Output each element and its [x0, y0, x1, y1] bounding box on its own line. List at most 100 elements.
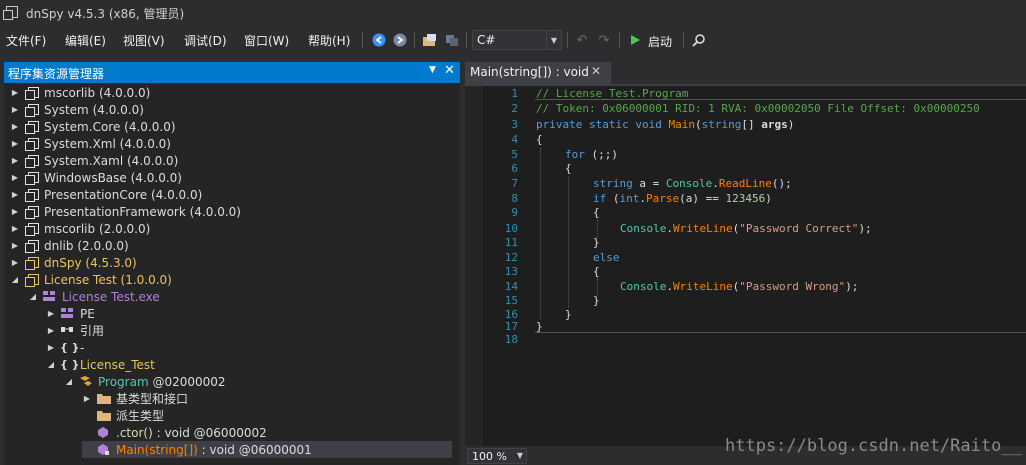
editor-tabs: Main(string[]) : void ✕: [465, 62, 1026, 84]
tree-item[interactable]: ▶ dnSpy (4.5.3.0): [10, 254, 137, 271]
tree-item[interactable]: ▶ System.Xaml (4.0.0.0): [10, 152, 178, 169]
assembly-icon: [24, 273, 40, 287]
tree-item[interactable]: .ctor() : void @06000002: [82, 424, 267, 441]
chevron-down-icon[interactable]: ▼: [546, 31, 561, 49]
expand-icon[interactable]: ▶: [10, 258, 20, 267]
module-icon: [42, 290, 58, 304]
tree-item-selected[interactable]: Main(string[]) : void @06000001: [82, 441, 452, 458]
language-value: C#: [477, 33, 496, 47]
start-button[interactable]: 启动: [648, 33, 672, 50]
assembly-icon: [24, 239, 40, 253]
menu-file[interactable]: 文件(F): [6, 32, 46, 49]
tree-item[interactable]: ▶ PE: [46, 305, 95, 322]
open-file-icon[interactable]: [421, 31, 439, 49]
redo-icon[interactable]: ↷: [595, 31, 613, 49]
assembly-icon: [24, 137, 40, 151]
app-icon: [3, 6, 18, 20]
indent-guide: [568, 177, 570, 308]
menu-edit[interactable]: 编辑(E): [65, 32, 106, 49]
line-number: 4: [511, 133, 518, 146]
tree-item[interactable]: ◢ License Test.exe: [28, 288, 160, 305]
end-line-marker: [535, 332, 1026, 333]
tree-item[interactable]: 派生类型: [82, 407, 164, 424]
play-icon[interactable]: [626, 31, 644, 49]
back-icon[interactable]: [370, 31, 388, 49]
tree-item[interactable]: ▶ 基类型和接口: [82, 390, 188, 407]
collapse-icon[interactable]: ◢: [64, 377, 74, 386]
line-number: 9: [511, 206, 518, 219]
tree-item[interactable]: ▶ System.Xml (4.0.0.0): [10, 135, 171, 152]
expand-icon[interactable]: ▶: [10, 190, 20, 199]
assembly-icon: [24, 103, 40, 117]
tree-item[interactable]: ▶ System (4.0.0.0): [10, 101, 144, 118]
tree-item[interactable]: ▶ System.Core (4.0.0.0): [10, 118, 176, 135]
save-icon[interactable]: [443, 31, 461, 49]
code-line: {: [565, 162, 572, 175]
zoom-select[interactable]: 100 % ▼: [467, 448, 527, 464]
collapse-icon[interactable]: ◢: [46, 360, 56, 369]
tree-item[interactable]: ▶ PresentationFramework (4.0.0.0): [10, 203, 241, 220]
expand-icon[interactable]: ▶: [10, 139, 20, 148]
expand-icon[interactable]: ▶: [10, 105, 20, 114]
tab-main-method[interactable]: Main(string[]) : void ✕: [465, 62, 611, 84]
code-line: }: [565, 308, 572, 321]
title-bar: dnSpy v4.5.3 (x86, 管理员): [0, 0, 1026, 26]
expand-icon[interactable]: ▶: [46, 326, 56, 335]
tree-item[interactable]: ▶ dnlib (2.0.0.0): [10, 237, 129, 254]
tree-item[interactable]: ▶ mscorlib (2.0.0.0): [10, 220, 150, 237]
tree-item[interactable]: ▶ 引用: [46, 322, 104, 339]
collapse-icon[interactable]: ◢: [10, 275, 20, 284]
expand-icon[interactable]: ▶: [10, 241, 20, 250]
tree-item[interactable]: ▶ mscorlib (4.0.0.0): [10, 84, 150, 101]
code-editor[interactable]: [465, 86, 1026, 446]
folder-icon: [96, 392, 112, 406]
tree-item[interactable]: ◢{ } License_Test: [46, 356, 155, 373]
tab-title: Main(string[]) : void: [470, 65, 589, 79]
expand-icon[interactable]: ▶: [10, 173, 20, 182]
line-number: 3: [511, 118, 518, 131]
line-number: 12: [504, 251, 518, 264]
tree-item[interactable]: ◢ License Test (1.0.0.0): [10, 271, 172, 288]
references-icon: [60, 324, 76, 338]
code-line: // License_Test.Program: [536, 87, 689, 100]
undo-icon[interactable]: ↶: [573, 31, 591, 49]
toolbar-separator: [362, 32, 363, 48]
expand-icon[interactable]: ▶: [10, 207, 20, 216]
line-number: 7: [511, 177, 518, 190]
menu-view[interactable]: 视图(V): [123, 32, 165, 49]
menu-window[interactable]: 窗口(W): [244, 32, 289, 49]
class-icon: [78, 375, 94, 389]
collapse-icon[interactable]: ◢: [28, 292, 38, 301]
menu-debug[interactable]: 调试(D): [184, 32, 227, 49]
expand-icon[interactable]: ▶: [10, 224, 20, 233]
tree-item[interactable]: ◢ Program @02000002: [64, 373, 226, 390]
assembly-icon: [24, 256, 40, 270]
search-icon[interactable]: [690, 31, 708, 49]
code-line: for (;;): [565, 148, 618, 161]
expand-icon[interactable]: ▶: [82, 394, 92, 403]
panel-title: 程序集资源管理器: [8, 67, 105, 81]
forward-icon[interactable]: [391, 31, 409, 49]
code-line: else: [593, 251, 620, 264]
expand-icon[interactable]: ▶: [46, 309, 56, 318]
language-select[interactable]: C# ▼: [472, 30, 562, 50]
tree-item[interactable]: ▶{ } -: [46, 339, 84, 356]
dropdown-icon[interactable]: ▼: [429, 65, 436, 75]
assembly-icon: [24, 86, 40, 100]
assembly-explorer-header: 程序集资源管理器 ▼ ✕: [4, 62, 460, 83]
chevron-down-icon[interactable]: ▼: [517, 451, 523, 460]
tree-item[interactable]: ▶ WindowsBase (4.0.0.0): [10, 169, 182, 186]
menu-help[interactable]: 帮助(H): [308, 32, 350, 49]
expand-icon[interactable]: ▶: [46, 343, 56, 352]
expand-icon[interactable]: ▶: [10, 88, 20, 97]
assembly-icon: [24, 154, 40, 168]
toolbar-separator: [683, 32, 684, 48]
close-icon[interactable]: ✕: [591, 64, 601, 78]
toolbar-separator: [466, 32, 467, 48]
tree-item[interactable]: ▶ PresentationCore (4.0.0.0): [10, 186, 202, 203]
expand-icon[interactable]: ▶: [10, 156, 20, 165]
close-icon[interactable]: ✕: [444, 63, 455, 78]
code-line: }: [593, 294, 600, 307]
line-number: 6: [511, 162, 518, 175]
expand-icon[interactable]: ▶: [10, 122, 20, 131]
